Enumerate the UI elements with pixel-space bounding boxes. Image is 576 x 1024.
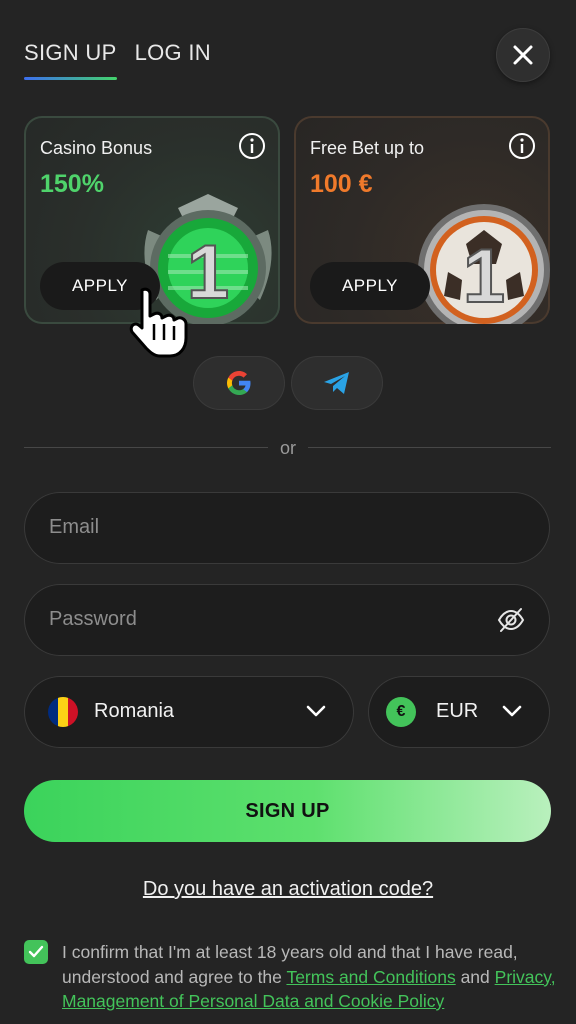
email-field[interactable]: Email bbox=[24, 492, 550, 564]
consent-text: I confirm that I'm at least 18 years old… bbox=[62, 940, 558, 1014]
euro-icon: € bbox=[386, 697, 416, 727]
free-bet-card[interactable]: Free Bet up to 100 € 1 APPLY bbox=[294, 116, 550, 324]
tab-sign-up[interactable]: SIGN UP bbox=[24, 40, 117, 80]
google-login-button[interactable] bbox=[193, 356, 285, 410]
casino-bonus-amount: 150% bbox=[40, 170, 104, 198]
auth-tabs: SIGN UP LOG IN bbox=[24, 40, 211, 80]
age-consent-checkbox[interactable] bbox=[24, 940, 48, 964]
football-medal-icon: 1 bbox=[418, 204, 550, 324]
eye-off-icon[interactable] bbox=[496, 606, 526, 634]
google-icon bbox=[227, 371, 251, 395]
email-placeholder: Email bbox=[49, 516, 100, 538]
romania-flag-icon bbox=[48, 697, 78, 727]
currency-select[interactable]: € EUR bbox=[368, 676, 550, 748]
activation-code-link[interactable]: Do you have an activation code? bbox=[0, 878, 576, 901]
divider-right bbox=[308, 447, 551, 448]
currency-value: EUR bbox=[436, 700, 479, 722]
close-button[interactable] bbox=[496, 28, 550, 82]
info-icon[interactable] bbox=[238, 132, 266, 160]
free-bet-apply-button[interactable]: APPLY bbox=[310, 262, 430, 310]
medal-number: 1 bbox=[463, 234, 505, 319]
info-icon[interactable] bbox=[508, 132, 536, 160]
free-bet-amount: 100 € bbox=[310, 170, 373, 198]
or-separator: or bbox=[279, 438, 296, 458]
tab-log-in[interactable]: LOG IN bbox=[135, 40, 211, 80]
password-placeholder: Password bbox=[49, 608, 137, 630]
free-bet-title: Free Bet up to bbox=[310, 138, 425, 158]
country-select[interactable]: Romania bbox=[24, 676, 354, 748]
currency-symbol: € bbox=[396, 703, 406, 720]
casino-bonus-title: Casino Bonus bbox=[40, 138, 153, 158]
telegram-login-button[interactable] bbox=[291, 356, 383, 410]
close-icon bbox=[513, 45, 533, 65]
sign-up-button[interactable]: SIGN UP bbox=[24, 780, 551, 842]
country-value: Romania bbox=[94, 700, 175, 722]
hand-pointer-icon bbox=[129, 287, 188, 358]
consent-text-part-2: and bbox=[455, 966, 495, 987]
chevron-down-icon bbox=[502, 705, 522, 717]
chevron-down-icon bbox=[306, 705, 326, 717]
checkmark-icon bbox=[28, 945, 44, 958]
telegram-icon bbox=[324, 372, 349, 394]
terms-link[interactable]: Terms and Conditions bbox=[286, 967, 455, 987]
password-field[interactable]: Password bbox=[24, 584, 550, 656]
